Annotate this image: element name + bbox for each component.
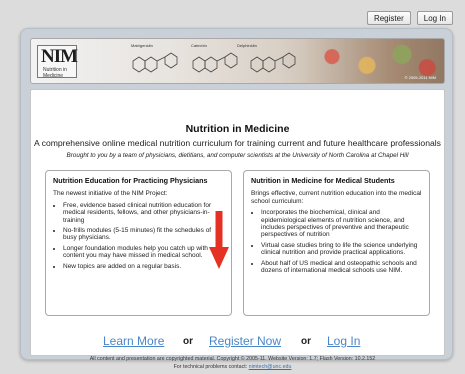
molecule-drawing <box>132 52 296 73</box>
footer: All content and presentation are copyrig… <box>0 355 465 371</box>
physicians-list: Free, evidence based clinical nutrition … <box>53 202 224 270</box>
footer-contact-label: For technical problems contact: <box>173 364 249 370</box>
action-links: Learn More or Register Now or Log In <box>31 334 444 352</box>
list-item: Virtual case studies bring to life the s… <box>261 242 422 257</box>
or-separator-1: or <box>183 336 193 347</box>
molecule-label-1: Matrigenidin <box>131 43 153 48</box>
students-box-title: Nutrition in Medicine for Medical Studen… <box>251 176 395 185</box>
students-list: Incorporates the biochemical, clinical a… <box>251 209 422 274</box>
log-in-link[interactable]: Log In <box>327 334 360 348</box>
footer-contact: For technical problems contact: nimtech@… <box>0 363 465 371</box>
main-frame: NIM Nutrition in Medicine Matrigenidin C… <box>20 28 453 360</box>
physicians-box-intro: The newest initiative of the NIM Project… <box>53 190 168 198</box>
nim-logo[interactable]: NIM Nutrition in Medicine <box>37 45 78 79</box>
support-email-link[interactable]: nimtech@unc.edu <box>249 364 292 370</box>
top-actions: Register Log In <box>366 11 453 25</box>
molecule-label-2: Catechin <box>191 43 207 48</box>
site-banner: NIM Nutrition in Medicine Matrigenidin C… <box>30 38 445 84</box>
login-button[interactable]: Log In <box>416 11 453 25</box>
list-item: New topics are added on a regular basis. <box>63 263 224 270</box>
physicians-box: Nutrition Education for Practicing Physi… <box>45 170 232 316</box>
register-now-link[interactable]: Register Now <box>209 334 281 348</box>
register-button[interactable]: Register <box>366 11 411 25</box>
list-item: Longer foundation modules help you catch… <box>63 245 224 260</box>
footer-copyright: All content and presentation are copyrig… <box>89 356 376 362</box>
or-separator-2: or <box>301 336 311 347</box>
page-subtitle: A comprehensive online medical nutrition… <box>34 138 441 148</box>
page-title: Nutrition in Medicine <box>185 123 290 135</box>
list-item: Free, evidence based clinical nutrition … <box>63 202 224 224</box>
physicians-box-title: Nutrition Education for Practicing Physi… <box>53 176 208 185</box>
logo-text: NIM <box>41 46 78 67</box>
credit-line: Brought to you by a team of physicians, … <box>66 152 409 159</box>
list-item: No-frills modules (5-15 minutes) fit the… <box>63 227 224 242</box>
content-panel: Nutrition in Medicine A comprehensive on… <box>30 89 445 356</box>
banner-copyright: © 2005-2011 NIM <box>404 75 436 80</box>
students-box-intro: Brings effective, current nutrition educ… <box>251 190 422 205</box>
students-box: Nutrition in Medicine for Medical Studen… <box>243 170 430 316</box>
down-arrow-icon <box>209 211 229 269</box>
list-item: Incorporates the biochemical, clinical a… <box>261 209 422 239</box>
molecule-label-3: Delphinidin <box>237 43 257 48</box>
logo-subtext: Nutrition in Medicine <box>43 67 67 79</box>
list-item: About half of US medical and osteopathic… <box>261 260 422 275</box>
molecule-structures: Matrigenidin Catechin Delphinidin <box>123 43 323 79</box>
learn-more-link[interactable]: Learn More <box>103 334 164 348</box>
